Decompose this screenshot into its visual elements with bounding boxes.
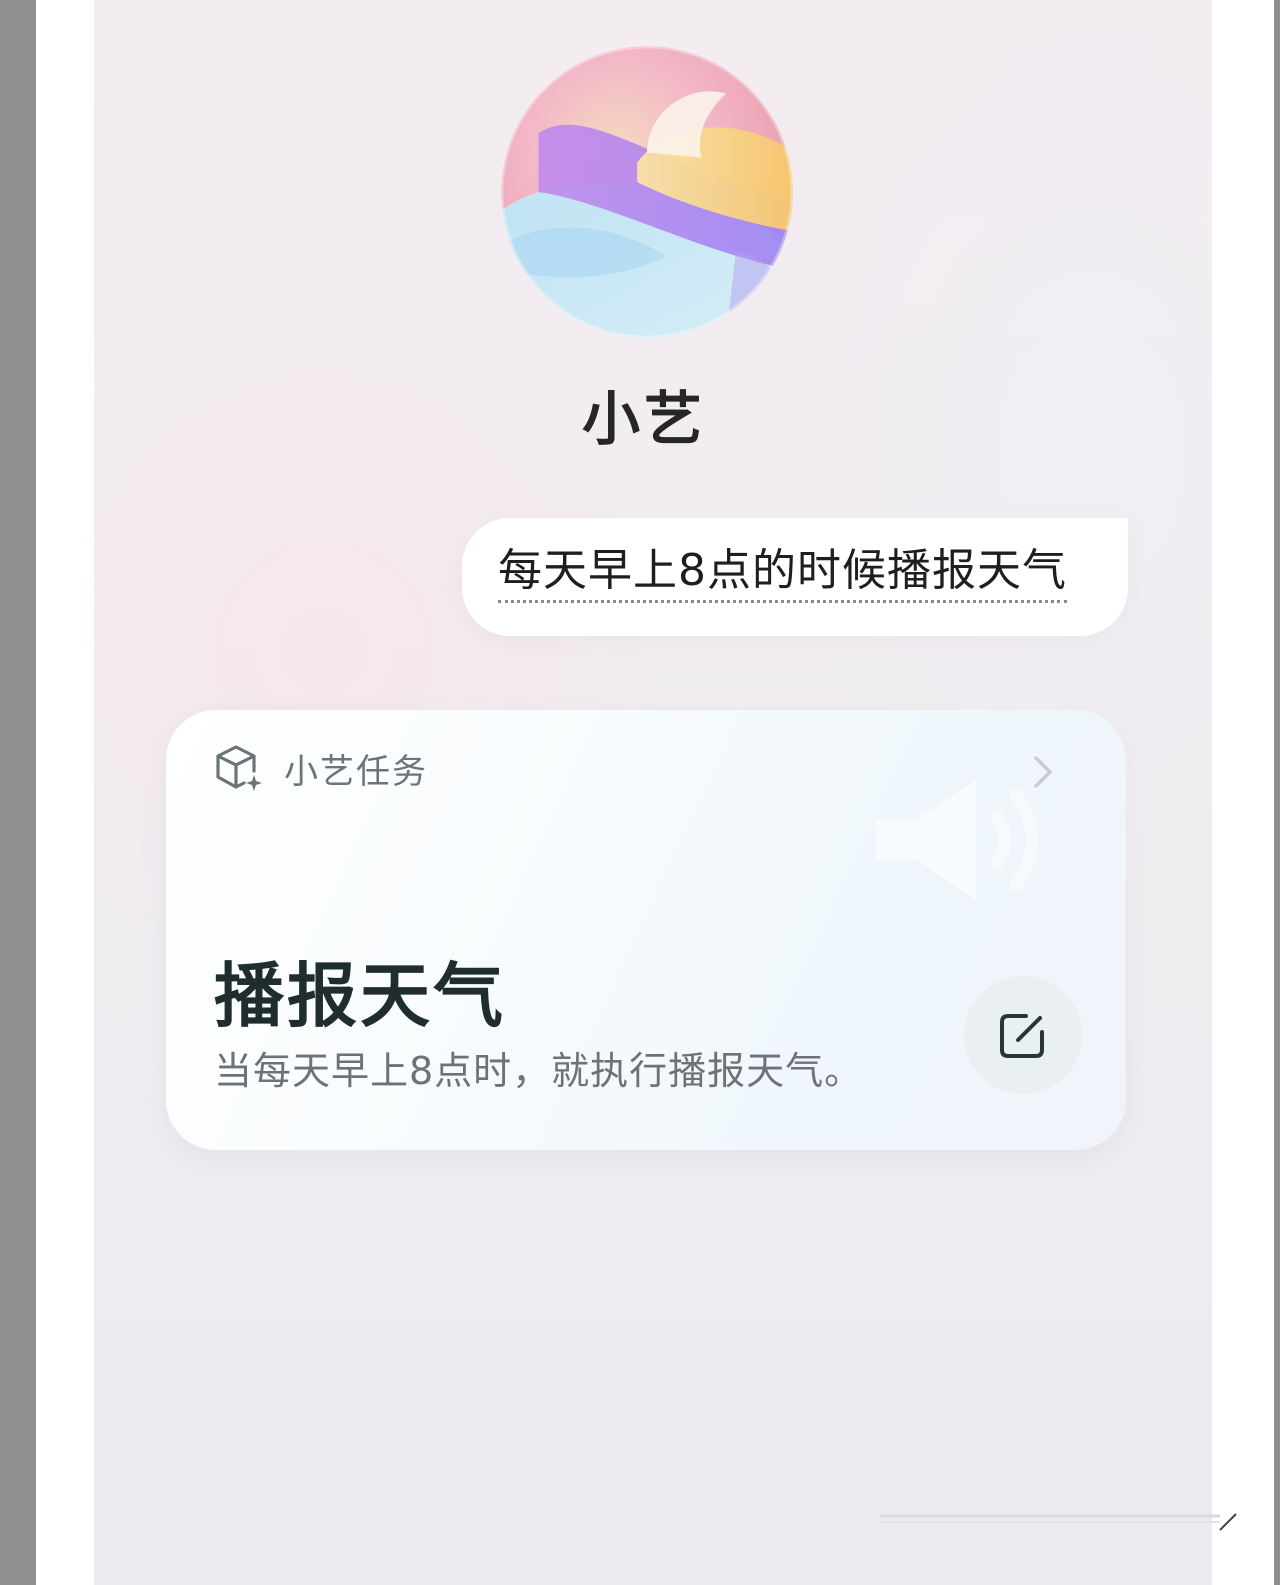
task-description: 当每天早上8点时，就执行播报天气。 <box>214 1049 864 1093</box>
chevron-right-icon[interactable] <box>1028 752 1058 792</box>
user-message-bubble[interactable]: 每天早上8点的时候播报天气 <box>462 518 1128 636</box>
cube-sparkle-icon <box>216 745 262 791</box>
user-message-text: 每天早上8点的时候播报天气 <box>498 544 1067 603</box>
edit-icon <box>1000 1014 1044 1058</box>
assistant-name: 小艺 <box>581 385 706 453</box>
task-title: 播报天气 <box>214 955 506 1037</box>
assistant-screen: 小艺 每天早上8点的时候播报天气 小艺任务 播报天气 当每天早上8点时，就执行播… <box>94 0 1212 1585</box>
bottom-decorative-lines <box>880 1513 1237 1531</box>
speaker-icon <box>876 780 1038 900</box>
task-card-header: 小艺任务 <box>214 740 428 796</box>
assistant-avatar-orb[interactable] <box>499 44 795 340</box>
task-card-header-label: 小艺任务 <box>284 751 428 792</box>
task-card[interactable]: 小艺任务 播报天气 当每天早上8点时，就执行播报天气。 <box>166 710 1126 1150</box>
edit-task-button[interactable] <box>964 976 1082 1094</box>
